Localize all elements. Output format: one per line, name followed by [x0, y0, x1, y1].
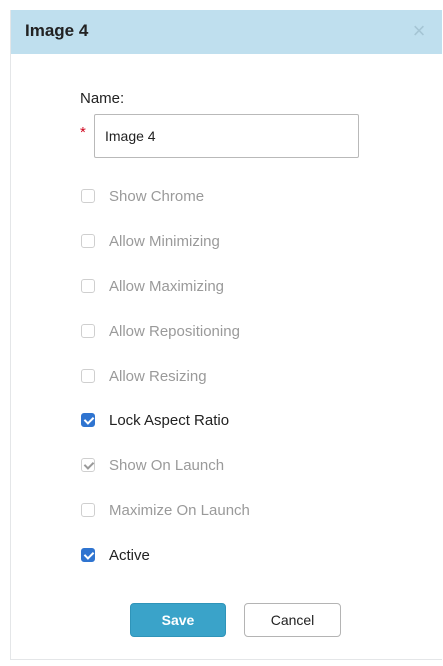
allow-repositioning-label: Allow Repositioning [109, 322, 240, 340]
close-icon[interactable]: × [406, 17, 432, 45]
allow-minimizing-checkbox[interactable] [81, 234, 95, 248]
allow-resizing-checkbox[interactable] [81, 369, 95, 383]
option-allow-minimizing[interactable]: Allow Minimizing [81, 231, 220, 251]
option-lock-aspect-ratio[interactable]: Lock Aspect Ratio [81, 410, 229, 430]
required-marker: * [80, 124, 86, 141]
lock-aspect-ratio-checkbox[interactable] [81, 413, 95, 427]
maximize-on-launch-checkbox[interactable] [81, 503, 95, 517]
option-show-chrome[interactable]: Show Chrome [81, 186, 204, 206]
dialog-title: Image 4 [25, 21, 89, 40]
save-button[interactable]: Save [130, 603, 226, 637]
option-active[interactable]: Active [81, 545, 150, 565]
option-maximize-on-launch[interactable]: Maximize On Launch [81, 500, 250, 520]
allow-minimizing-label: Allow Minimizing [109, 232, 220, 250]
name-label: Name: [80, 90, 125, 107]
image-settings-dialog: Image 4 × Name: * Show Chrome Allow Mini… [10, 10, 442, 660]
active-label: Active [109, 546, 150, 564]
show-chrome-checkbox[interactable] [81, 189, 95, 203]
option-show-on-launch[interactable]: Show On Launch [81, 455, 224, 475]
allow-resizing-label: Allow Resizing [109, 367, 207, 385]
show-on-launch-label: Show On Launch [109, 456, 225, 474]
name-input[interactable] [94, 114, 359, 158]
active-checkbox[interactable] [81, 548, 95, 562]
show-on-launch-checkbox[interactable] [81, 458, 95, 472]
cancel-button[interactable]: Cancel [244, 603, 341, 637]
allow-repositioning-checkbox[interactable] [81, 324, 95, 338]
dialog-titlebar: Image 4 × [11, 10, 442, 54]
maximize-on-launch-label: Maximize On Launch [109, 501, 250, 519]
show-chrome-label: Show Chrome [109, 187, 205, 205]
lock-aspect-ratio-label: Lock Aspect Ratio [109, 411, 230, 429]
option-allow-resizing[interactable]: Allow Resizing [81, 366, 207, 386]
allow-maximizing-checkbox[interactable] [81, 279, 95, 293]
option-allow-maximizing[interactable]: Allow Maximizing [81, 276, 224, 296]
allow-maximizing-label: Allow Maximizing [109, 277, 225, 295]
option-allow-repositioning[interactable]: Allow Repositioning [81, 321, 240, 341]
